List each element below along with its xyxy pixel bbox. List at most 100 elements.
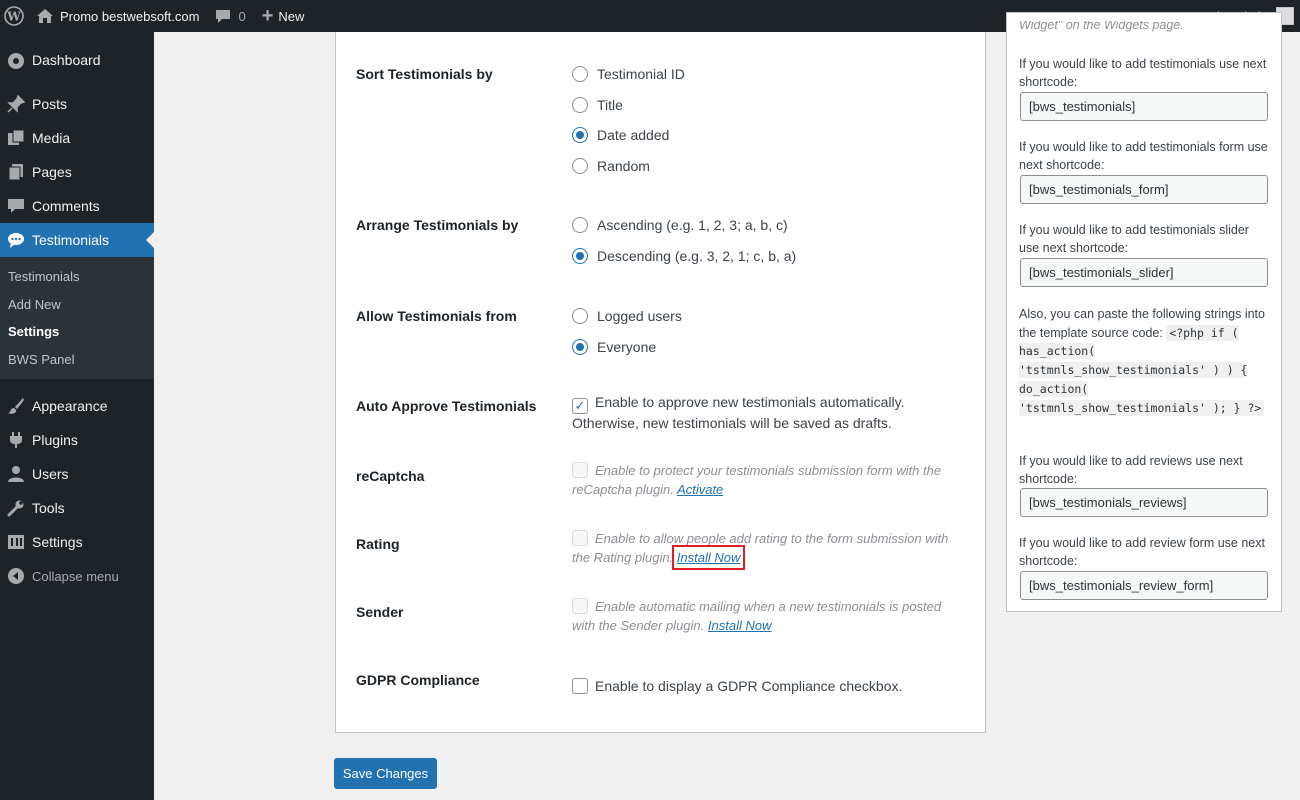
comments-count: 0 bbox=[238, 8, 246, 24]
site-name-link[interactable]: Promo bestwebsoft.com bbox=[28, 0, 207, 32]
option-label: Testimonial ID bbox=[597, 66, 685, 83]
auto-approve-label: Auto Approve Testimonials bbox=[356, 398, 537, 414]
menu-settings[interactable]: Settings bbox=[0, 525, 154, 559]
menu-tools[interactable]: Tools bbox=[0, 491, 154, 525]
auto-approve-checkbox[interactable]: ✓ bbox=[572, 397, 588, 414]
recaptcha-activate-link[interactable]: Activate bbox=[677, 482, 723, 497]
plus-icon: + bbox=[261, 5, 274, 27]
menu-comments[interactable]: Comments bbox=[0, 189, 154, 223]
menu-label: Posts bbox=[32, 96, 68, 112]
sender-label: Sender bbox=[356, 604, 404, 620]
rating-install-link[interactable]: Install Now bbox=[671, 545, 746, 570]
recaptcha-checkbox bbox=[572, 462, 588, 478]
menu-appearance[interactable]: Appearance bbox=[0, 389, 154, 423]
save-changes-button[interactable]: Save Changes bbox=[334, 758, 437, 789]
sort-label: Sort Testimonials by bbox=[356, 66, 493, 82]
shortcode-info-box: Widget" on the Widgets page. If you woul… bbox=[1006, 12, 1282, 612]
radio-selected[interactable] bbox=[572, 338, 588, 355]
shortcode-field[interactable]: [bws_testimonials_reviews] bbox=[1020, 488, 1268, 517]
menu-label: Plugins bbox=[32, 432, 78, 448]
sender-install-link[interactable]: Install Now bbox=[708, 618, 772, 633]
template-code-block: Also, you can paste the following string… bbox=[1019, 305, 1269, 417]
collapse-menu-button[interactable]: Collapse menu bbox=[0, 559, 154, 593]
wrench-icon bbox=[5, 498, 27, 518]
allow-label: Allow Testimonials from bbox=[356, 308, 517, 324]
auto-approve-field: ✓ Enable to approve new testimonials auto… bbox=[572, 393, 972, 433]
sort-option-date[interactable]: Date added bbox=[572, 120, 685, 151]
svg-text:W: W bbox=[6, 10, 21, 24]
settings-panel: Sort Testimonials by Testimonial ID Titl… bbox=[335, 32, 986, 733]
plug-icon bbox=[5, 430, 27, 450]
option-label: Ascending (e.g. 1, 2, 3; a, b, c) bbox=[597, 217, 788, 234]
radio[interactable] bbox=[572, 66, 588, 83]
shortcode-text: If you would like to add testimonials fo… bbox=[1019, 140, 1268, 172]
radio[interactable] bbox=[572, 217, 588, 234]
sender-checkbox bbox=[572, 598, 588, 614]
menu-dashboard[interactable]: Dashboard bbox=[0, 43, 154, 77]
allow-option-everyone[interactable]: Everyone bbox=[572, 332, 682, 363]
menu-label: Tools bbox=[32, 500, 65, 516]
rating-label: Rating bbox=[356, 536, 400, 552]
submenu-add-new[interactable]: Add New bbox=[0, 291, 154, 319]
new-content-link[interactable]: + New bbox=[254, 0, 313, 32]
collapse-arrow-icon bbox=[5, 566, 27, 586]
radio[interactable] bbox=[572, 96, 588, 113]
sort-option-id[interactable]: Testimonial ID bbox=[572, 59, 685, 90]
recaptcha-label: reCaptcha bbox=[356, 468, 425, 484]
rating-text: Enable to allow people add rating to the… bbox=[572, 531, 949, 565]
recaptcha-field: Enable to protect your testimonials subm… bbox=[572, 461, 952, 499]
menu-media[interactable]: Media bbox=[0, 121, 154, 155]
menu-posts[interactable]: Posts bbox=[0, 87, 154, 121]
sort-options: Testimonial ID Title Date added Random bbox=[572, 59, 685, 181]
cut-off-text: Widget" on the Widgets page. bbox=[1019, 21, 1184, 32]
comment-icon bbox=[5, 196, 27, 216]
menu-pages[interactable]: Pages bbox=[0, 155, 154, 189]
option-label: Date added bbox=[597, 127, 670, 144]
menu-label: Comments bbox=[32, 198, 100, 214]
home-icon bbox=[37, 9, 53, 23]
menu-testimonials[interactable]: Testimonials bbox=[0, 223, 154, 257]
brush-icon bbox=[5, 396, 27, 416]
menu-users[interactable]: Users bbox=[0, 457, 154, 491]
radio[interactable] bbox=[572, 157, 588, 174]
shortcode-text: If you would like to add testimonials sl… bbox=[1019, 223, 1249, 255]
submenu-testimonials[interactable]: Testimonials bbox=[0, 263, 154, 291]
admin-sidebar: Dashboard Posts Media Pages Comments Tes… bbox=[0, 32, 154, 800]
radio-selected[interactable] bbox=[572, 127, 588, 144]
sort-option-random[interactable]: Random bbox=[572, 151, 685, 182]
shortcode-field[interactable]: [bws_testimonials_review_form] bbox=[1020, 571, 1268, 600]
comment-icon bbox=[216, 9, 231, 23]
submenu-bws-panel[interactable]: BWS Panel bbox=[0, 346, 154, 374]
menu-label: Settings bbox=[32, 534, 83, 550]
shortcode-text: If you would like to add reviews use nex… bbox=[1019, 454, 1243, 486]
recaptcha-text: Enable to protect your testimonials subm… bbox=[572, 463, 942, 497]
menu-label: Appearance bbox=[32, 398, 108, 414]
shortcode-field[interactable]: [bws_testimonials] bbox=[1020, 92, 1268, 121]
auto-approve-text: Enable to approve new testimonials autom… bbox=[595, 394, 905, 410]
shortcode-field[interactable]: [bws_testimonials_slider] bbox=[1020, 258, 1268, 287]
arrange-option-desc[interactable]: Descending (e.g. 3, 2, 1; c, b, a) bbox=[572, 241, 796, 272]
shortcode-text: If you would like to add review form use… bbox=[1019, 536, 1265, 568]
testimonials-submenu: Testimonials Add New Settings BWS Panel bbox=[0, 257, 154, 379]
collapse-label: Collapse menu bbox=[32, 568, 119, 584]
gdpr-checkbox[interactable] bbox=[572, 678, 588, 694]
option-label: Random bbox=[597, 157, 650, 174]
menu-plugins[interactable]: Plugins bbox=[0, 423, 154, 457]
dashboard-icon bbox=[5, 50, 27, 70]
gdpr-field: Enable to display a GDPR Compliance chec… bbox=[572, 677, 972, 697]
comments-link[interactable]: 0 bbox=[207, 0, 253, 32]
allow-option-logged[interactable]: Logged users bbox=[572, 301, 682, 332]
arrange-option-asc[interactable]: Ascending (e.g. 1, 2, 3; a, b, c) bbox=[572, 210, 796, 241]
radio[interactable] bbox=[572, 308, 588, 325]
settings-icon bbox=[5, 532, 27, 552]
sender-field: Enable automatic mailing when a new test… bbox=[572, 597, 952, 635]
wordpress-logo-icon[interactable]: W bbox=[0, 0, 28, 32]
menu-label: Users bbox=[32, 466, 69, 482]
gdpr-label: GDPR Compliance bbox=[356, 672, 480, 688]
submenu-settings[interactable]: Settings bbox=[0, 318, 154, 346]
radio-selected[interactable] bbox=[572, 247, 588, 264]
sort-option-title[interactable]: Title bbox=[572, 90, 685, 121]
option-label: Title bbox=[597, 96, 623, 113]
speech-bubble-icon bbox=[5, 230, 27, 250]
shortcode-field[interactable]: [bws_testimonials_form] bbox=[1020, 175, 1268, 204]
